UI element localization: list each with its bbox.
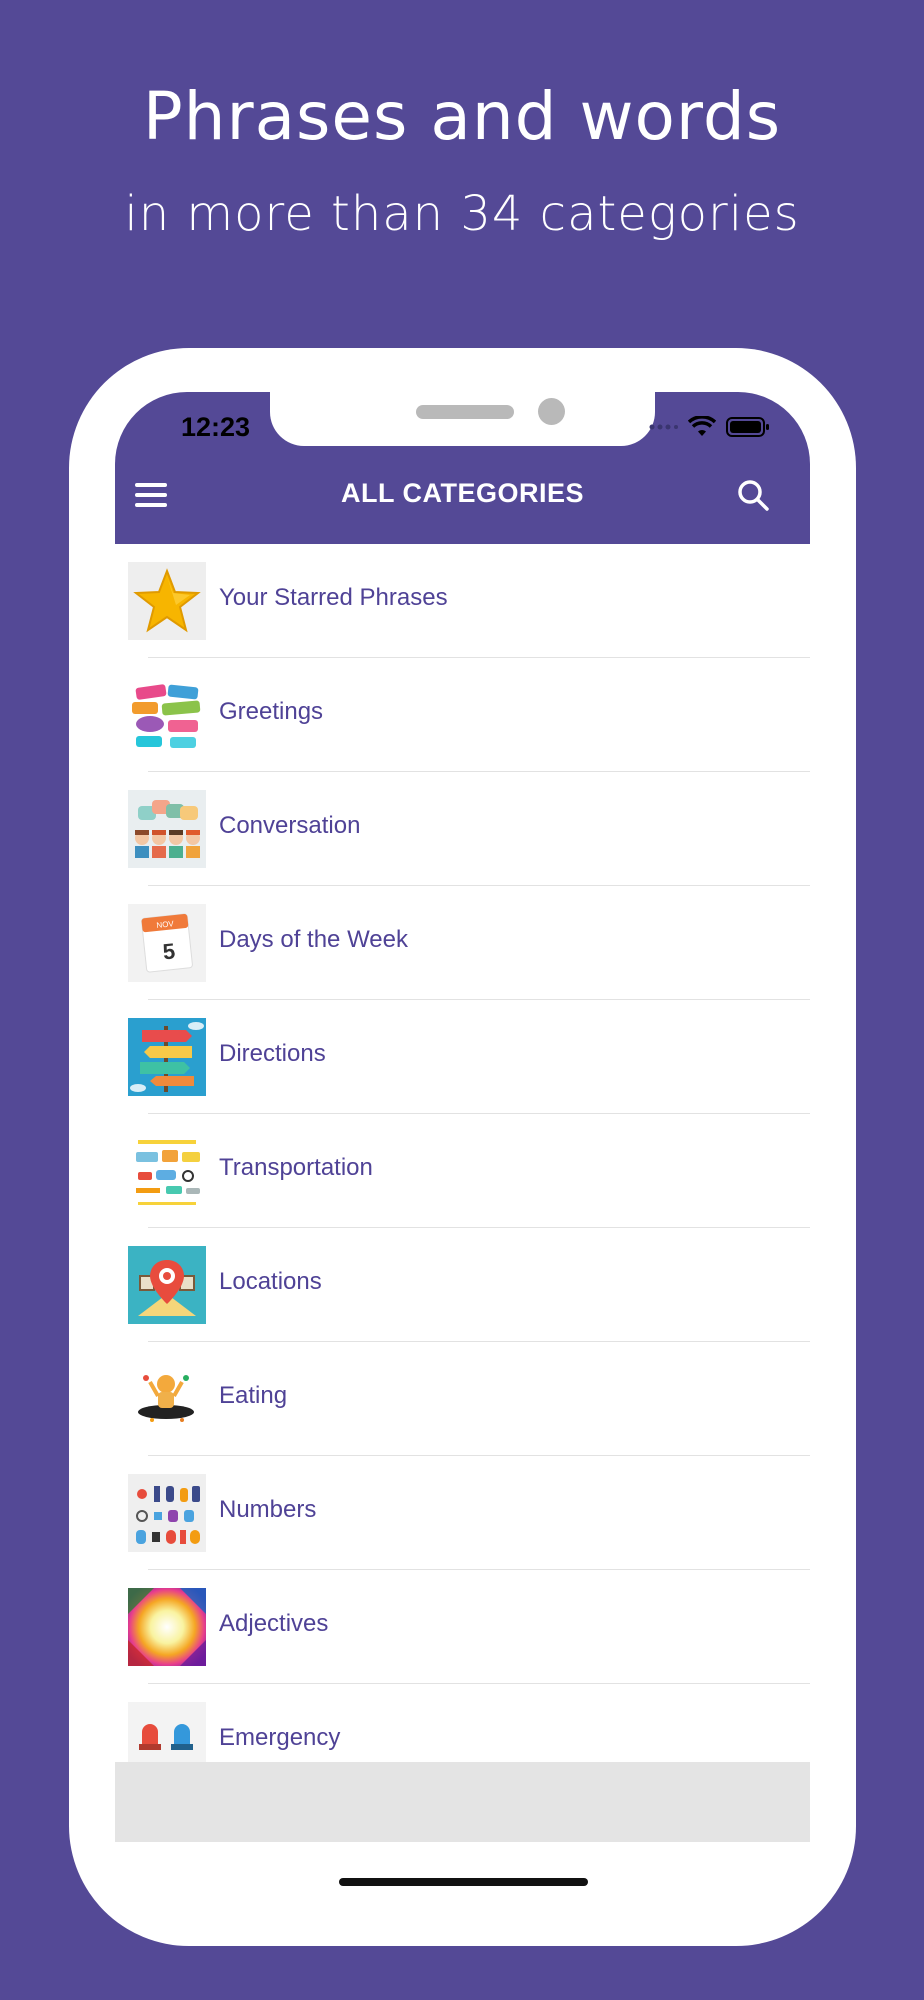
greetings-image <box>128 676 206 754</box>
category-label: Eating <box>219 1382 288 1409</box>
status-bar: 12:23 <box>115 392 810 448</box>
promo-subline: in more than 34 categories <box>124 186 800 242</box>
category-item-locations[interactable]: Locations <box>115 1228 810 1342</box>
calendar-image: NOV 5 <box>128 904 206 982</box>
category-label: Your Starred Phrases <box>219 584 448 611</box>
promo-headline: Phrases and words <box>142 78 782 155</box>
bottom-bar <box>115 1762 810 1842</box>
category-item-greetings[interactable]: Greetings <box>115 658 810 772</box>
category-item-starred[interactable]: Your Starred Phrases <box>115 544 810 658</box>
signal-dots-icon <box>649 424 678 430</box>
battery-icon <box>726 417 769 437</box>
category-item-days[interactable]: NOV 5 Days of the Week <box>115 886 810 1000</box>
home-indicator[interactable] <box>339 1878 588 1886</box>
category-label: Numbers <box>219 1496 317 1523</box>
category-label: Locations <box>219 1268 322 1295</box>
adjectives-image <box>128 1588 206 1666</box>
notch <box>270 392 655 446</box>
phone-frame: 12:23 ALL CATEGORIES Your Starred Phrase… <box>69 348 856 1946</box>
star-icon <box>128 562 206 640</box>
wifi-icon <box>688 416 716 436</box>
category-item-eating[interactable]: Eating <box>115 1342 810 1456</box>
front-camera <box>538 398 565 425</box>
category-label: Days of the Week <box>219 926 408 953</box>
numbers-image <box>128 1474 206 1552</box>
category-label: Adjectives <box>219 1610 329 1637</box>
category-list: Your Starred Phrases Greetings Conversat… <box>115 544 810 1798</box>
app-header: ALL CATEGORIES <box>115 448 810 544</box>
calendar-month: NOV <box>156 919 175 930</box>
search-icon[interactable] <box>736 478 770 512</box>
locations-image <box>128 1246 206 1324</box>
eating-image <box>128 1360 206 1438</box>
category-label: Transportation <box>219 1154 373 1181</box>
transportation-image <box>128 1132 206 1210</box>
page-title: ALL CATEGORIES <box>340 478 584 508</box>
category-label: Emergency <box>219 1724 341 1751</box>
status-time: 12:23 <box>181 412 251 442</box>
category-label: Greetings <box>219 698 324 725</box>
category-item-transportation[interactable]: Transportation <box>115 1114 810 1228</box>
speaker-grille <box>416 405 514 419</box>
category-item-directions[interactable]: Directions <box>115 1000 810 1114</box>
calendar-day: 5 <box>161 938 176 964</box>
category-label: Directions <box>219 1040 326 1067</box>
category-item-conversation[interactable]: Conversation <box>115 772 810 886</box>
category-item-adjectives[interactable]: Adjectives <box>115 1570 810 1684</box>
phone-screen: 12:23 ALL CATEGORIES Your Starred Phrase… <box>115 392 810 1842</box>
conversation-image <box>128 790 206 868</box>
category-label: Conversation <box>219 812 361 839</box>
category-item-numbers[interactable]: Numbers <box>115 1456 810 1570</box>
status-icons <box>648 416 770 438</box>
directions-image <box>128 1018 206 1096</box>
